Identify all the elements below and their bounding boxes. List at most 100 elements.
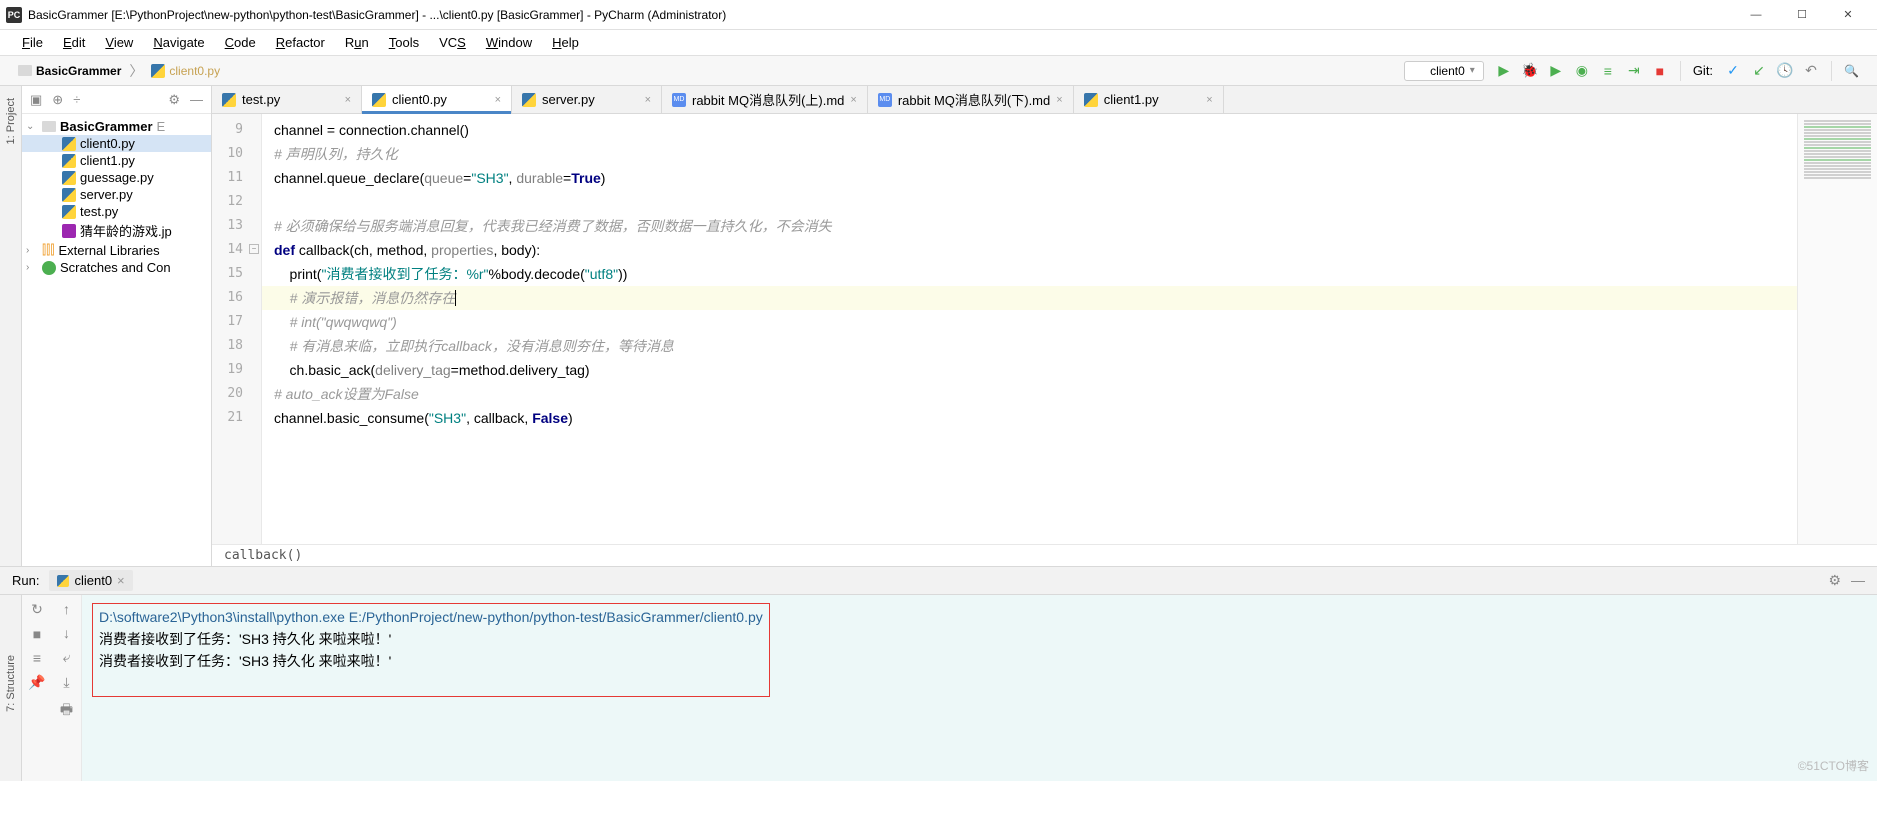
menu-window[interactable]: Window [476, 32, 542, 53]
python-file-icon [372, 93, 386, 107]
separator [1831, 61, 1832, 81]
tool-tab-structure[interactable]: 7: Structure [5, 655, 17, 712]
close-icon[interactable]: × [645, 94, 651, 106]
tree-scratches[interactable]: ›Scratches and Con [22, 259, 211, 276]
locate-icon[interactable]: ⊕ [52, 92, 63, 108]
print-button[interactable]: 🖶 [60, 699, 73, 723]
close-icon[interactable]: × [345, 94, 351, 106]
project-panel: ▣ ⊕ ÷ ⚙ — ⌄ BasicGrammer E client0.py cl… [22, 86, 212, 566]
scroll-to-end-button[interactable]: ⤓ [63, 674, 69, 691]
python-file-icon [151, 64, 165, 78]
vcs-commit-button[interactable]: ↙ [1751, 63, 1767, 79]
chevron-right-icon[interactable]: › [26, 245, 38, 256]
tree-file[interactable]: client0.py [22, 135, 211, 152]
python-file-icon [1084, 93, 1098, 107]
tool-tab-project[interactable]: 1: Project [5, 94, 17, 148]
python-file-icon [62, 171, 76, 185]
search-button[interactable]: 🔍 [1844, 64, 1859, 78]
coverage-button[interactable]: ▶ [1548, 63, 1564, 79]
run-button[interactable]: ▶ [1496, 63, 1512, 79]
stop-button[interactable]: ■ [1652, 63, 1668, 79]
chevron-right-icon[interactable]: › [26, 262, 38, 273]
python-file-icon [1413, 65, 1425, 77]
layout-button[interactable]: ≡ [33, 650, 41, 666]
code-area[interactable]: channel = connection.channel()# 声明队列，持久化… [262, 114, 1797, 544]
menu-run[interactable]: Run [335, 32, 379, 53]
code-breadcrumb[interactable]: callback() [212, 544, 1877, 566]
menu-view[interactable]: View [95, 32, 143, 53]
run-configuration-selector[interactable]: client0 ▾ [1404, 61, 1484, 81]
maximize-button[interactable]: ☐ [1779, 0, 1825, 30]
menu-code[interactable]: Code [215, 32, 266, 53]
collapse-icon[interactable]: ÷ [73, 92, 80, 107]
minimize-button[interactable]: — [1733, 0, 1779, 30]
console-line: 消费者接收到了任务：'SH3 持久化 来啦来啦！' [99, 650, 763, 672]
menu-vcs[interactable]: VCS [429, 32, 476, 53]
pin-button[interactable]: 📌 [28, 674, 45, 691]
menu-file[interactable]: File [12, 32, 53, 53]
vcs-update-button[interactable]: ✓ [1725, 63, 1741, 79]
chevron-right-icon: 〉 [129, 61, 143, 81]
breadcrumb[interactable]: BasicGrammer 〉 client0.py [18, 61, 220, 81]
close-button[interactable]: ✕ [1825, 0, 1871, 30]
soft-wrap-button[interactable]: ⤶ [63, 649, 71, 666]
titlebar: PC BasicGrammer [E:\PythonProject\new-py… [0, 0, 1877, 30]
editor-tab[interactable]: MDrabbit MQ消息队列(上).md× [662, 86, 868, 113]
run-tab[interactable]: client0 × [49, 570, 132, 591]
tree-file[interactable]: guessage.py [22, 169, 211, 186]
menu-navigate[interactable]: Navigate [143, 32, 214, 53]
run-label: Run: [12, 573, 39, 588]
close-icon[interactable]: × [495, 94, 501, 106]
minimap[interactable] [1797, 114, 1877, 544]
tree-root[interactable]: ⌄ BasicGrammer E [22, 118, 211, 135]
up-button[interactable]: ↑ [63, 601, 70, 617]
editor-body[interactable]: 91011121314−15161718192021 channel = con… [212, 114, 1877, 544]
attach-button[interactable]: ⇥ [1626, 63, 1642, 79]
highlighted-output: D:\software2\Python3\install\python.exe … [92, 603, 770, 697]
project-tree[interactable]: ⌄ BasicGrammer E client0.py client1.py g… [22, 114, 211, 566]
close-icon[interactable]: × [117, 573, 125, 588]
menu-help[interactable]: Help [542, 32, 589, 53]
tree-file[interactable]: client1.py [22, 152, 211, 169]
stop-button[interactable]: ■ [33, 626, 41, 642]
line-gutter[interactable]: 91011121314−15161718192021 [212, 114, 262, 544]
left-tool-strip-bottom: 7: Structure [0, 595, 22, 781]
chevron-down-icon: ▾ [1470, 65, 1475, 76]
tree-file[interactable]: server.py [22, 186, 211, 203]
editor-tab[interactable]: server.py× [512, 86, 662, 113]
editor-tab[interactable]: client0.py× [362, 86, 512, 113]
markdown-file-icon: MD [672, 93, 686, 107]
vcs-revert-button[interactable]: ↶ [1803, 63, 1819, 79]
gear-icon[interactable]: ⚙ [168, 92, 180, 108]
vcs-history-button[interactable]: 🕓 [1777, 63, 1793, 79]
concurrency-button[interactable]: ≡ [1600, 63, 1616, 79]
down-button[interactable]: ↓ [63, 625, 70, 641]
menu-tools[interactable]: Tools [379, 32, 429, 53]
editor-tab[interactable]: client1.py× [1074, 86, 1224, 113]
watermark: ©51CTO博客 [1798, 755, 1869, 777]
gear-icon[interactable]: ⚙ [1828, 572, 1841, 589]
rerun-button[interactable]: ↻ [31, 601, 43, 618]
editor-tab[interactable]: MDrabbit MQ消息队列(下).md× [868, 86, 1074, 113]
hide-panel-button[interactable]: — [1851, 572, 1865, 589]
tree-file[interactable]: test.py [22, 203, 211, 220]
close-icon[interactable]: × [1056, 94, 1062, 106]
hide-panel-button[interactable]: — [190, 92, 203, 107]
tree-external-libraries[interactable]: ›⫿⫿⫿External Libraries [22, 241, 211, 259]
chevron-down-icon[interactable]: ⌄ [26, 121, 38, 132]
menu-edit[interactable]: Edit [53, 32, 95, 53]
profile-button[interactable]: ◉ [1574, 63, 1590, 79]
python-file-icon [62, 137, 76, 151]
debug-button[interactable]: 🐞 [1522, 63, 1538, 79]
python-file-icon [522, 93, 536, 107]
run-config-name: client0 [1430, 64, 1465, 78]
menu-refactor[interactable]: Refactor [266, 32, 335, 53]
editor-tab[interactable]: test.py× [212, 86, 362, 113]
tree-file[interactable]: 猜年龄的游戏.jp [22, 220, 211, 241]
close-icon[interactable]: × [850, 94, 856, 106]
close-icon[interactable]: × [1206, 94, 1212, 106]
project-view-icon[interactable]: ▣ [30, 92, 42, 108]
console-output[interactable]: D:\software2\Python3\install\python.exe … [82, 595, 1877, 781]
editor-tabs: test.py× client0.py× server.py× MDrabbit… [212, 86, 1877, 114]
run-tool-window: Run: client0 × ⚙ — 7: Structure ↻ ■ ≡ 📌 … [0, 566, 1877, 781]
